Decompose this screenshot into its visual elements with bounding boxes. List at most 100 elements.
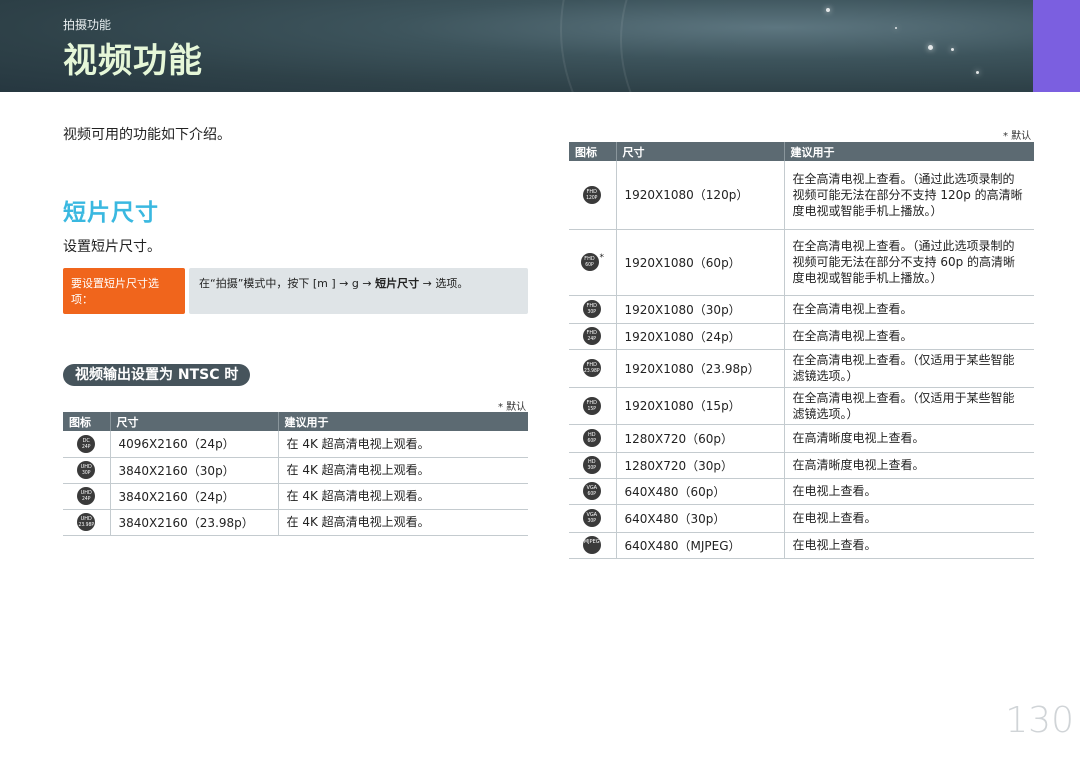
movie-size-icon: FHD 30P: [582, 300, 601, 318]
size-cell: 1920X1080（60p）: [616, 229, 785, 296]
table-row: UHD 30P 3840X2160（30p）在 4K 超高清电视上观看。: [63, 457, 528, 484]
icon-cell: UHD 23.98P: [63, 509, 111, 536]
table-row: FHD 23.98P 1920X1080（23.98p） 在全高清电视上查看。（仅适用…: [569, 349, 1034, 388]
size-cell: 1280X720（30p）: [616, 452, 785, 479]
section-description: 设置短片尺寸。: [63, 239, 161, 255]
col-header-icon: 图标: [569, 142, 617, 161]
use-cell: 在全高清电视上查看。（仅适用于某些智能滤镜选项。）: [784, 387, 1034, 425]
use-cell: 在全高清电视上查看。: [784, 295, 1034, 324]
table-row: FHD 15P 1920X1080（15p） 在全高清电视上查看。（仅适用于某些智能滤…: [569, 387, 1034, 425]
use-cell: 在高清晰度电视上查看。: [784, 452, 1034, 479]
use-cell: 在 4K 超高清电视上观看。: [278, 457, 528, 484]
table-row: FHD 30P 1920X1080（30p） 在全高清电视上查看。: [569, 295, 1034, 324]
ntsc-subheading: 视频输出设置为 NTSC 时: [63, 364, 251, 386]
intro-text: 视频可用的功能如下介绍。: [63, 127, 231, 143]
size-cell: 1920X1080（15p）: [616, 387, 785, 425]
movie-size-table: 图标 尺寸 建议用于 FHD 120P 1920X1080（120p） 在全高清电视上…: [569, 142, 1034, 559]
col-header-use: 建议用于: [784, 142, 1034, 161]
movie-size-icon: VGA 30P: [582, 509, 601, 527]
size-cell: 1920X1080（30p）: [616, 295, 785, 324]
use-cell: 在全高清电视上查看。: [784, 323, 1034, 350]
size-cell: 640X480（30p）: [616, 504, 785, 533]
icon-framerate: 60P: [587, 491, 596, 497]
table-row: DC 24P 4096X2160（24p）在 4K 超高清电视上观看。: [63, 431, 528, 458]
default-star: *: [599, 253, 605, 263]
use-cell: 在 4K 超高清电视上观看。: [278, 431, 528, 458]
movie-size-icon: MJPEG: [582, 536, 601, 554]
movie-size-icon: FHD 120P: [582, 185, 601, 204]
icon-cell: FHD 30P: [569, 295, 617, 324]
page-number: 130: [1005, 700, 1074, 741]
use-cell: 在全高清电视上查看。（通过此选项录制的视频可能无法在部分不支持 120p 的高清…: [784, 161, 1034, 230]
icon-framerate: 30P: [587, 309, 596, 315]
default-note-right: * 默认: [1003, 131, 1032, 142]
howto-instructions: 在“拍摄”模式中，按下 [m ] → g → 短片尺寸 → 选项。: [189, 268, 528, 314]
size-cell: 640X480（60p）: [616, 478, 785, 505]
breadcrumb: 拍摄功能: [63, 18, 112, 32]
page-title: 视频功能: [63, 41, 203, 81]
size-cell: 1920X1080（24p）: [616, 323, 785, 350]
table-row: VGA 30P 640X480（30p） 在电视上查看。: [569, 504, 1034, 533]
icon-framerate: 60P: [585, 262, 594, 268]
table-row: VGA 60P 640X480（60p） 在电视上查看。: [569, 478, 1034, 505]
icon-cell: DC 24P: [63, 431, 111, 458]
use-cell: 在电视上查看。: [784, 532, 1034, 559]
icon-format: MJPEG: [583, 539, 600, 545]
howto-step-suffix: → 选项。: [422, 277, 469, 290]
icon-cell: VGA 60P: [569, 478, 617, 505]
col-header-size: 尺寸: [616, 142, 785, 161]
icon-cell: UHD 24P: [63, 483, 111, 510]
use-cell: 在全高清电视上查看。（仅适用于某些智能滤镜选项。）: [784, 349, 1034, 388]
sparkle-dot: [951, 48, 954, 51]
icon-cell: FHD 24P: [569, 323, 617, 350]
col-header-icon: 图标: [63, 412, 111, 431]
sparkle-dot: [976, 71, 979, 74]
size-cell: 3840X2160（24p）: [110, 483, 279, 510]
icon-cell: UHD 30P: [63, 457, 111, 484]
icon-cell: FHD 15P: [569, 387, 617, 425]
icon-cell: HD 60P: [569, 424, 617, 453]
icon-framerate: 60P: [587, 438, 596, 444]
default-note: * 默认: [498, 402, 527, 413]
movie-size-icon: UHD 23.98P: [77, 513, 96, 531]
icon-framerate: 30P: [82, 470, 91, 476]
size-cell: 1920X1080（120p）: [616, 161, 785, 230]
icon-cell: VGA 30P: [569, 504, 617, 533]
arrow-icon: →: [362, 277, 372, 290]
table-row: FHD 120P 1920X1080（120p） 在全高清电视上查看。（通过此选项录制…: [569, 161, 1034, 230]
movie-size-icon: HD 60P: [582, 429, 601, 447]
movie-size-icon: FHD 23.98P: [582, 359, 601, 377]
icon-framerate: 30P: [587, 518, 596, 524]
icon-framerate: 24P: [587, 336, 596, 342]
icon-cell: HD 30P: [569, 452, 617, 479]
table-row: UHD 23.98P 3840X2160（23.98p）在 4K 超高清电视上观看。: [63, 509, 528, 536]
size-cell: 1280X720（60p）: [616, 424, 785, 453]
section-title: 短片尺寸: [63, 200, 159, 226]
table-row: UHD 24P 3840X2160（24p）在 4K 超高清电视上观看。: [63, 483, 528, 510]
movie-size-icon: FHD 15P: [582, 396, 601, 415]
chapter-tab[interactable]: [1033, 0, 1080, 92]
icon-cell: FHD 60P *: [569, 229, 617, 296]
table-row: FHD 24P 1920X1080（24p） 在全高清电视上查看。: [569, 323, 1034, 350]
howto-step-prefix: 在“拍摄”模式中，按下 [m: [199, 277, 328, 290]
movie-size-icon: UHD 24P: [77, 487, 96, 505]
movie-size-icon: VGA 60P: [582, 482, 601, 500]
menu-item-movie-size: 短片尺寸: [375, 277, 420, 290]
movie-size-icon: UHD 30P: [77, 461, 96, 479]
use-cell: 在电视上查看。: [784, 504, 1034, 533]
icon-framerate: 15P: [587, 405, 596, 412]
icon-cell: FHD 23.98P: [569, 349, 617, 388]
sparkle-dot: [826, 8, 830, 12]
use-cell: 在 4K 超高清电视上观看。: [278, 483, 528, 510]
icon-cell: MJPEG: [569, 532, 617, 559]
table-row: HD 30P 1280X720（30p） 在高清晰度电视上查看。: [569, 452, 1034, 479]
table-row: MJPEG 640X480（MJPEG） 在电视上查看。: [569, 532, 1034, 559]
icon-framerate: 23.98P: [78, 522, 95, 528]
page-header: 拍摄功能 视频功能: [0, 0, 1080, 92]
size-cell: 1920X1080（23.98p）: [616, 349, 785, 388]
movie-size-icon: FHD 24P: [582, 327, 601, 345]
sparkle-dot: [928, 45, 933, 50]
use-cell: 在全高清电视上查看。（通过此选项录制的视频可能无法在部分不支持 60p 的高清晰…: [784, 229, 1034, 296]
table-row: FHD 60P * 1920X1080（60p） 在全高清电视上查看。（通过此选项录制的…: [569, 229, 1034, 296]
howto-label: 要设置短片尺寸选项：: [63, 268, 185, 314]
